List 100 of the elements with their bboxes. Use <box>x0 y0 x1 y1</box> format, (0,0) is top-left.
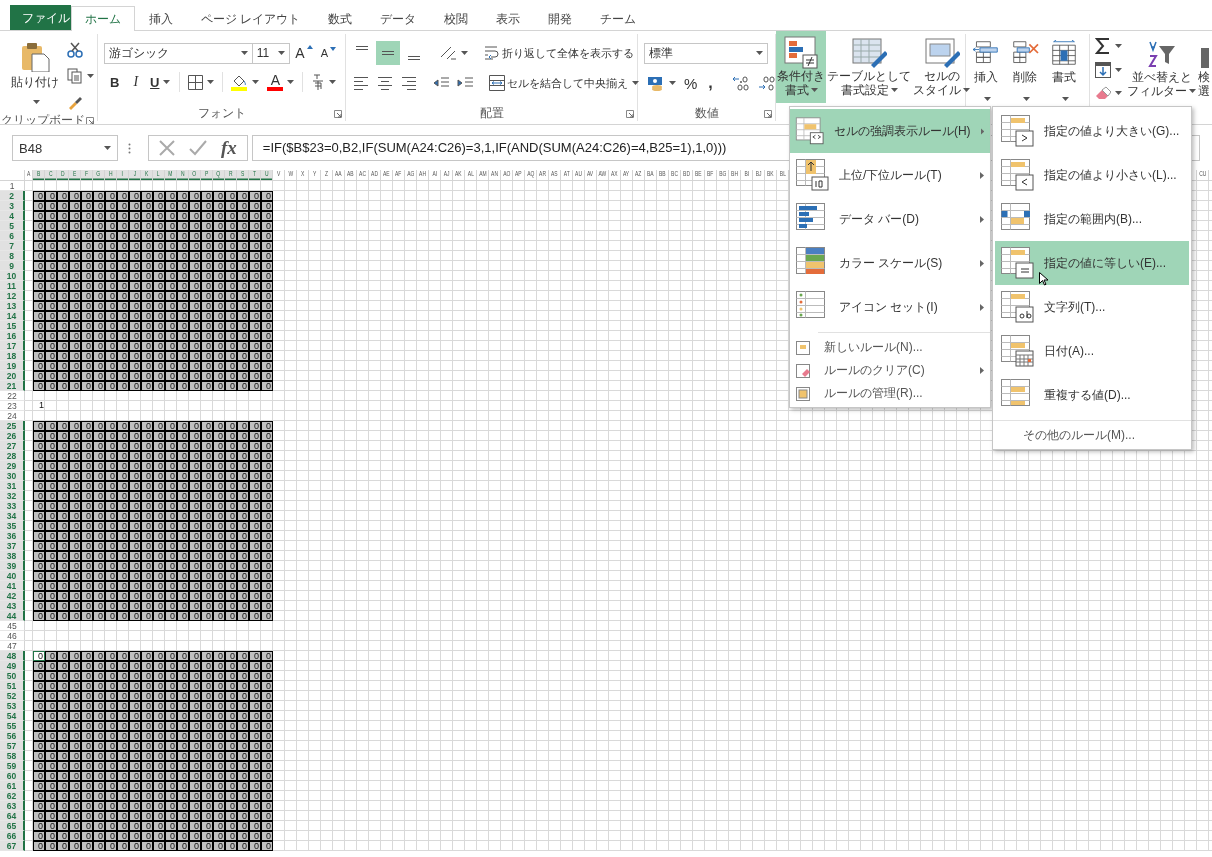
wrap-text-button[interactable]: 折り返して全体を表示する <box>481 43 637 63</box>
ribbon-tab[interactable]: チーム <box>586 6 651 30</box>
ribbon-tab[interactable]: 数式 <box>314 6 367 30</box>
column-header[interactable]: BD <box>681 170 693 180</box>
menu-item[interactable]: その他のルール(M)... <box>993 424 1191 447</box>
insert-function-button[interactable]: fx <box>221 137 237 159</box>
ribbon-tab[interactable]: 開発 <box>534 6 587 30</box>
menu-item[interactable]: 文字列(T)... <box>995 285 1189 329</box>
column-header[interactable]: R <box>225 170 237 180</box>
name-box[interactable]: B48 <box>12 135 118 161</box>
styles-button[interactable]: テーブルとして 書式設定 <box>826 31 912 103</box>
column-header[interactable]: BI <box>741 170 753 180</box>
ribbon-tab[interactable]: ページ レイアウト <box>187 6 315 30</box>
paste-button[interactable]: 貼り付け <box>10 34 60 112</box>
autosum-button[interactable] <box>1092 36 1125 56</box>
column-header[interactable]: BH <box>729 170 741 180</box>
cells-button[interactable]: 削除 <box>1007 34 1043 104</box>
row-header[interactable]: 4 <box>0 211 25 221</box>
grow-font-button[interactable]: A <box>292 43 316 63</box>
ribbon-tab[interactable]: データ <box>366 6 431 30</box>
column-header[interactable]: AU <box>573 170 585 180</box>
column-header[interactable]: AM <box>477 170 489 180</box>
column-header[interactable]: AG <box>405 170 417 180</box>
column-header[interactable]: AI <box>429 170 441 180</box>
column-header[interactable]: L <box>153 170 165 180</box>
font-size-field[interactable]: 11 <box>251 42 291 64</box>
column-header[interactable]: G <box>93 170 105 180</box>
ribbon-tab[interactable]: 挿入 <box>135 6 187 30</box>
underline-button[interactable]: U <box>146 72 175 92</box>
menu-item[interactable]: 指定の範囲内(B)... <box>995 197 1189 241</box>
menu-item[interactable]: カラー スケール(S) <box>790 241 990 285</box>
number-format-field[interactable]: 標準 <box>644 42 768 64</box>
ribbon-tab[interactable]: ホーム <box>71 6 135 31</box>
column-header[interactable]: U <box>261 170 273 180</box>
column-header[interactable]: BJ <box>753 170 765 180</box>
find-select-button[interactable]: 検 選 <box>1198 36 1212 102</box>
font-name-field[interactable]: 游ゴシック <box>104 42 253 64</box>
column-header[interactable]: K <box>141 170 153 180</box>
column-header[interactable]: Q <box>213 170 225 180</box>
column-header[interactable]: AL <box>465 170 477 180</box>
column-header[interactable]: AK <box>453 170 465 180</box>
menu-item[interactable]: ルールの管理(R)... <box>790 382 990 405</box>
column-header[interactable]: AB <box>345 170 357 180</box>
ribbon-tab[interactable]: 表示 <box>482 6 535 30</box>
menu-item[interactable]: 指定の値に等しい(E)... <box>995 241 1189 285</box>
column-header[interactable]: D <box>57 170 69 180</box>
menu-item[interactable]: 重複する値(D)... <box>995 373 1189 417</box>
column-header[interactable]: BA <box>645 170 657 180</box>
column-header[interactable]: AT <box>561 170 573 180</box>
column-header[interactable]: N <box>177 170 189 180</box>
menu-item[interactable]: セルの強調表示ルール(H) <box>790 109 990 153</box>
column-header[interactable]: AX <box>609 170 621 180</box>
sort-filter-button[interactable]: 並べ替えと フィルター <box>1126 36 1197 105</box>
column-header[interactable]: F <box>81 170 93 180</box>
column-header[interactable]: Y <box>309 170 321 180</box>
ribbon-tab[interactable]: 校閲 <box>430 6 483 30</box>
column-header[interactable]: H <box>105 170 117 180</box>
percent-button[interactable]: % <box>681 72 701 94</box>
column-header[interactable]: BG <box>717 170 729 180</box>
column-header[interactable]: AZ <box>633 170 645 180</box>
column-header[interactable]: AR <box>537 170 549 180</box>
column-header[interactable]: S <box>237 170 249 180</box>
font-color-button[interactable]: A <box>264 71 298 93</box>
column-header[interactable]: BC <box>669 170 681 180</box>
cells-button[interactable]: 挿入 <box>968 34 1004 104</box>
column-header[interactable]: AQ <box>525 170 537 180</box>
column-header[interactable]: AP <box>513 170 525 180</box>
row-header[interactable]: 1 <box>0 181 25 191</box>
row-header[interactable]: 7 <box>0 241 25 251</box>
column-header[interactable]: AD <box>369 170 381 180</box>
comma-style-button[interactable]: , <box>702 74 719 92</box>
merge-center-button[interactable]: セルを結合して中央揃え <box>486 73 642 93</box>
bold-button[interactable]: B <box>104 72 126 92</box>
column-header[interactable]: AC <box>357 170 369 180</box>
styles-button[interactable]: セルの スタイル <box>912 31 971 103</box>
column-header[interactable]: AF <box>393 170 405 180</box>
menu-item[interactable]: ルールのクリア(C) <box>790 359 990 382</box>
column-header[interactable]: AY <box>621 170 633 180</box>
row-header[interactable]: 2 <box>0 191 25 201</box>
column-header[interactable]: AW <box>597 170 609 180</box>
column-header[interactable]: BB <box>657 170 669 180</box>
column-header[interactable]: AA <box>333 170 345 180</box>
vertical-align-button[interactable] <box>376 41 400 65</box>
column-header[interactable]: J <box>129 170 141 180</box>
fill-button[interactable] <box>1092 60 1125 80</box>
column-header[interactable]: BF <box>705 170 717 180</box>
column-header[interactable]: V <box>273 170 285 180</box>
menu-item[interactable]: 日付(A)... <box>995 329 1189 373</box>
column-header[interactable]: P <box>201 170 213 180</box>
styles-button[interactable]: 条件付き 書式 <box>776 31 826 103</box>
column-header[interactable]: E <box>69 170 81 180</box>
row-header[interactable]: 47 <box>0 641 25 651</box>
column-header[interactable]: X <box>297 170 309 180</box>
column-header[interactable]: I <box>117 170 129 180</box>
column-header[interactable]: C <box>45 170 57 180</box>
file-tab[interactable]: ファイル <box>10 5 71 30</box>
column-header[interactable]: AN <box>489 170 501 180</box>
column-header[interactable]: CU <box>1197 170 1209 180</box>
column-header[interactable]: O <box>189 170 201 180</box>
menu-item[interactable]: 新しいルール(N)... <box>790 336 990 359</box>
